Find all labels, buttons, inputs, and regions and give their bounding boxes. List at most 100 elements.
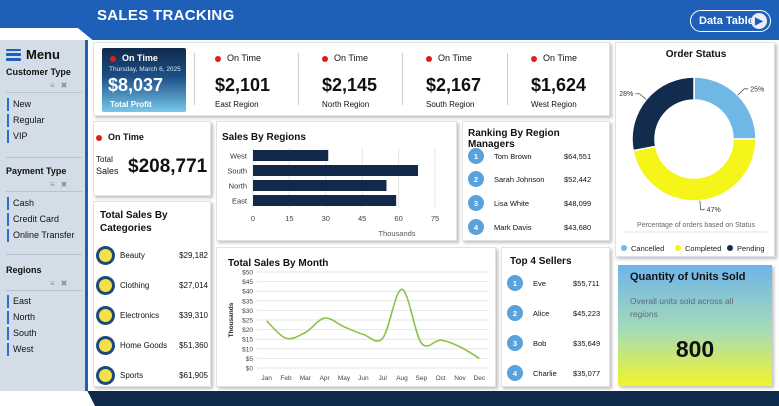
slicer-item-cash[interactable]: Cash bbox=[7, 197, 34, 210]
filter-controls-icon[interactable]: ≡✖ bbox=[50, 180, 73, 189]
filter-controls-icon[interactable]: ≡✖ bbox=[50, 279, 73, 288]
seller-name: Eve bbox=[533, 278, 546, 288]
pie-slice bbox=[631, 76, 695, 152]
regions-heading: Regions bbox=[6, 265, 42, 275]
filter-controls-icon[interactable]: ≡✖ bbox=[50, 81, 73, 90]
sellers-title: Top 4 Sellers bbox=[510, 256, 572, 267]
data-label: 28% bbox=[619, 91, 633, 98]
categories-title: Total Sales By bbox=[100, 210, 168, 221]
menu-header[interactable]: Menu bbox=[6, 47, 60, 62]
seller-row: 2 Alice $45,223 bbox=[507, 304, 600, 322]
seller-name: Charlie bbox=[533, 368, 557, 378]
x-tick-label: Mar bbox=[300, 375, 312, 382]
manager-row: 2 Sarah Johnson $52,442 bbox=[468, 170, 591, 188]
sidebar: Menu Customer Type ≡✖ New Regular VIP Pa… bbox=[0, 40, 88, 392]
status-label: On Time bbox=[531, 53, 577, 63]
x-tick-label: Dec bbox=[474, 375, 486, 382]
divider bbox=[507, 53, 508, 105]
total-profit-card: On Time Thursday, March 6, 2025 $8,037 T… bbox=[102, 48, 186, 112]
slicer-item-regular[interactable]: Regular bbox=[7, 114, 45, 127]
y-tick-label: $20 bbox=[242, 327, 253, 334]
slicer-item-north[interactable]: North bbox=[7, 311, 35, 324]
customer-type-heading: Customer Type bbox=[6, 67, 71, 77]
rank-badge: 1 bbox=[507, 275, 523, 291]
manager-value: $48,099 bbox=[564, 198, 592, 208]
legend-label: Completed bbox=[685, 244, 721, 253]
status-label: On Time bbox=[322, 53, 368, 63]
seller-row: 4 Charlie $35,077 bbox=[507, 364, 600, 382]
x-tick-label: 60 bbox=[394, 214, 402, 223]
status-text: On Time bbox=[227, 53, 262, 63]
slicer-item-vip[interactable]: VIP bbox=[7, 130, 28, 143]
x-tick-label: 45 bbox=[358, 214, 366, 223]
bar bbox=[253, 180, 387, 191]
category-value: $61,905 bbox=[179, 370, 208, 380]
kpi-value: $2,145 bbox=[322, 75, 378, 95]
manager-value: $64,551 bbox=[564, 151, 592, 161]
chart-title: Total Sales By Month bbox=[228, 258, 328, 269]
status-dot-icon bbox=[322, 55, 328, 62]
slicer-item-credit-card[interactable]: Credit Card bbox=[7, 213, 59, 226]
kpi-value: $1,624 bbox=[531, 75, 587, 95]
category-row: Electronics $39,310 bbox=[96, 305, 208, 325]
status-dot-icon bbox=[215, 55, 221, 62]
seller-name: Bob bbox=[533, 338, 547, 348]
current-date: Thursday, March 6, 2025 bbox=[109, 66, 181, 73]
legend-swatch bbox=[727, 245, 733, 251]
bar bbox=[253, 195, 397, 206]
x-tick-label: Feb bbox=[280, 375, 292, 382]
managers-ranking-card: Ranking By Region Managers 1 Tom Brown $… bbox=[462, 121, 610, 241]
categories-title: Categories bbox=[100, 223, 152, 234]
categories-card: Total Sales By Categories Beauty $29,182… bbox=[93, 201, 211, 387]
y-tick-label: $35 bbox=[242, 298, 253, 305]
status-text: On Time bbox=[122, 53, 158, 63]
series-line bbox=[266, 288, 480, 360]
category-value: $51,360 bbox=[179, 340, 208, 350]
manager-name: Sarah Johnson bbox=[494, 174, 545, 184]
seller-row: 3 Bob $35,649 bbox=[507, 334, 600, 352]
slicer-item-west[interactable]: West bbox=[7, 343, 33, 356]
kpi-label: East Region bbox=[215, 100, 259, 109]
data-label: 47% bbox=[707, 207, 721, 214]
status-label: On Time bbox=[96, 132, 144, 142]
x-tick-label: Jun bbox=[358, 375, 369, 382]
status-text: On Time bbox=[438, 53, 473, 63]
data-table-button[interactable]: Data Table ▶ bbox=[690, 10, 771, 32]
status-text: On Time bbox=[543, 53, 578, 63]
divider bbox=[298, 53, 299, 105]
slicer-item-south[interactable]: South bbox=[7, 327, 37, 340]
slicer-item-east[interactable]: East bbox=[7, 295, 31, 308]
legend-label: Cancelled bbox=[631, 244, 664, 253]
bar bbox=[253, 165, 419, 176]
kpi-east: On Time $2,101 East Region bbox=[215, 48, 310, 112]
x-tick-label: 75 bbox=[431, 214, 439, 223]
data-table-label: Data Table bbox=[699, 15, 754, 27]
y-tick-label: $40 bbox=[242, 289, 253, 296]
x-tick-label: Apr bbox=[320, 375, 331, 382]
y-tick-label: $15 bbox=[242, 337, 253, 344]
total-sales-label: Total bbox=[96, 155, 113, 164]
slicer-item-new[interactable]: New bbox=[7, 98, 31, 111]
beauty-icon bbox=[96, 245, 115, 265]
x-tick-label: 15 bbox=[285, 214, 293, 223]
category-label: North bbox=[229, 182, 247, 191]
seller-value: $45,223 bbox=[573, 308, 601, 318]
slicer-item-online-transfer[interactable]: Online Transfer bbox=[7, 229, 75, 242]
divider bbox=[6, 92, 82, 93]
rank-badge: 2 bbox=[468, 171, 484, 187]
status-text: On Time bbox=[108, 132, 144, 142]
divider bbox=[6, 290, 82, 291]
manager-name: Tom Brown bbox=[494, 151, 532, 161]
seller-value: $35,649 bbox=[573, 338, 601, 348]
divider bbox=[402, 53, 403, 105]
chart-title: Sales By Regions bbox=[222, 132, 306, 143]
leader-line bbox=[635, 93, 647, 100]
chevron-right-icon: ▶ bbox=[751, 13, 767, 29]
rank-badge: 3 bbox=[468, 195, 484, 211]
order-status-chart: Order Status 25% 47% 28% Percentage of orde… bbox=[619, 49, 768, 253]
sales-by-month-chart: Total Sales By Month $0 $5 $10 $15 $20 $25 $30… bbox=[228, 258, 489, 382]
clothing-icon bbox=[96, 275, 115, 295]
top-sellers-card: Top 4 Sellers 1 Eve $55,711 2 Alice $45,… bbox=[501, 247, 610, 387]
y-tick-label: $5 bbox=[246, 356, 254, 363]
legend-label: Pending bbox=[737, 244, 765, 253]
